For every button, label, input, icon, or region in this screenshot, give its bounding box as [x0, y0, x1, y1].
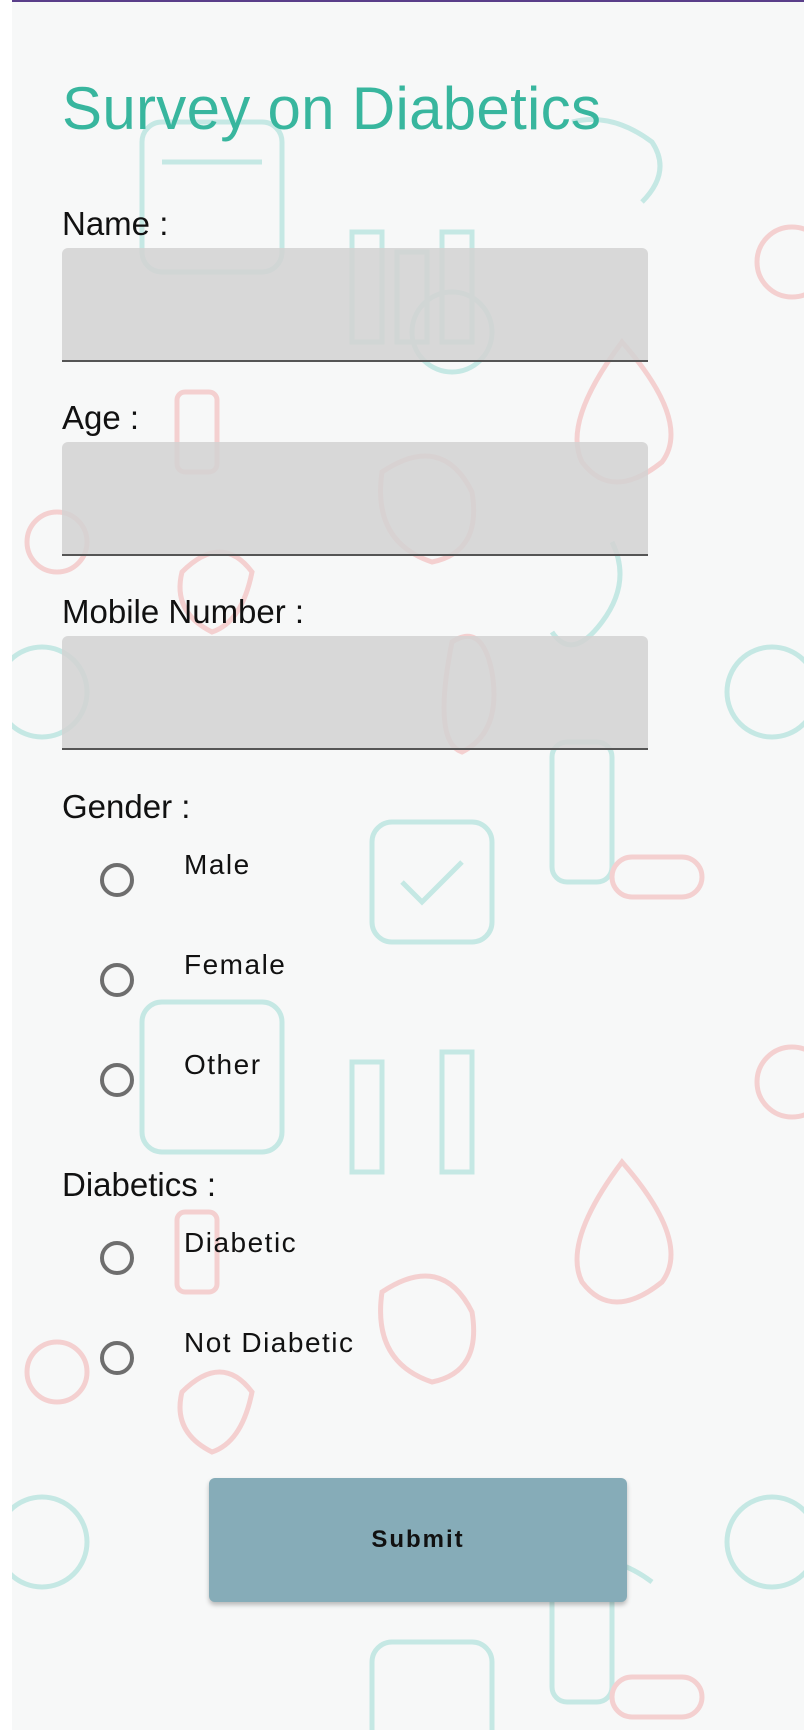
radio-button-icon[interactable] — [100, 863, 134, 897]
gender-radio-male[interactable]: Male — [100, 849, 249, 905]
name-input[interactable] — [62, 248, 648, 360]
diabetics-label: Diabetics : — [62, 1166, 217, 1203]
submit-button[interactable]: Submit — [209, 1478, 627, 1602]
radio-label-female: Female — [184, 949, 287, 980]
age-label: Age : — [62, 399, 140, 436]
radio-label-other: Other — [184, 1049, 262, 1080]
app-screen: Survey on Diabetics Name : Age : Mobile … — [12, 0, 804, 1730]
radio-button-icon[interactable] — [100, 963, 134, 997]
mobile-number-input[interactable] — [62, 636, 648, 748]
mobile-number-field[interactable] — [62, 636, 648, 750]
radio-label-not-diabetic: Not Diabetic — [184, 1327, 355, 1358]
radio-label-male: Male — [184, 849, 251, 880]
diabetics-radio-diabetic[interactable]: Diabetic — [100, 1227, 296, 1283]
diabetics-radio-not-diabetic[interactable]: Not Diabetic — [100, 1327, 353, 1383]
radio-button-icon[interactable] — [100, 1241, 134, 1275]
mobile-number-label: Mobile Number : — [62, 593, 305, 630]
gender-radio-female[interactable]: Female — [100, 949, 285, 1005]
radio-label-diabetic: Diabetic — [184, 1227, 298, 1258]
page-title: Survey on Diabetics — [62, 75, 602, 142]
name-field[interactable] — [62, 248, 648, 362]
radio-button-icon[interactable] — [100, 1341, 134, 1375]
name-label: Name : — [62, 205, 169, 242]
radio-button-icon[interactable] — [100, 1063, 134, 1097]
gender-radio-other[interactable]: Other — [100, 1049, 260, 1105]
survey-form: Survey on Diabetics Name : Age : Mobile … — [12, 2, 804, 1730]
age-input[interactable] — [62, 442, 648, 554]
age-field[interactable] — [62, 442, 648, 556]
gender-label: Gender : — [62, 788, 191, 825]
